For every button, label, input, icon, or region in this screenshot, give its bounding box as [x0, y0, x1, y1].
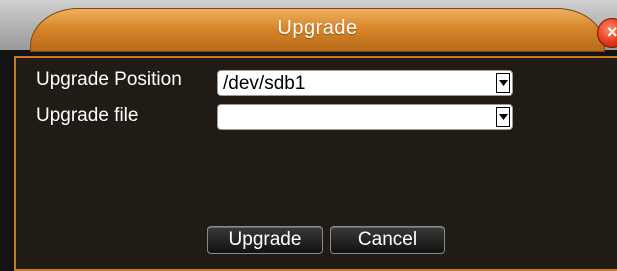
dialog-title: Upgrade [277, 17, 358, 39]
title-bar: Upgrade × [0, 0, 617, 52]
upgrade-button[interactable]: Upgrade [207, 226, 323, 254]
title-tab: Upgrade [30, 8, 605, 52]
upgrade-position-value: /dev/sdb1 [223, 73, 306, 94]
chevron-down-icon[interactable] [496, 73, 510, 93]
cancel-button[interactable]: Cancel [330, 226, 445, 254]
upgrade-dialog: Upgrade × Upgrade Position /dev/sdb1 Upg… [0, 0, 617, 271]
upgrade-position-label: Upgrade Position [36, 69, 182, 90]
upgrade-position-select[interactable]: /dev/sdb1 [217, 70, 513, 96]
upgrade-file-label: Upgrade file [36, 105, 139, 126]
upgrade-file-select[interactable] [217, 104, 513, 130]
upgrade-panel: Upgrade Position /dev/sdb1 Upgrade file … [14, 56, 617, 271]
chevron-down-icon[interactable] [496, 107, 510, 127]
